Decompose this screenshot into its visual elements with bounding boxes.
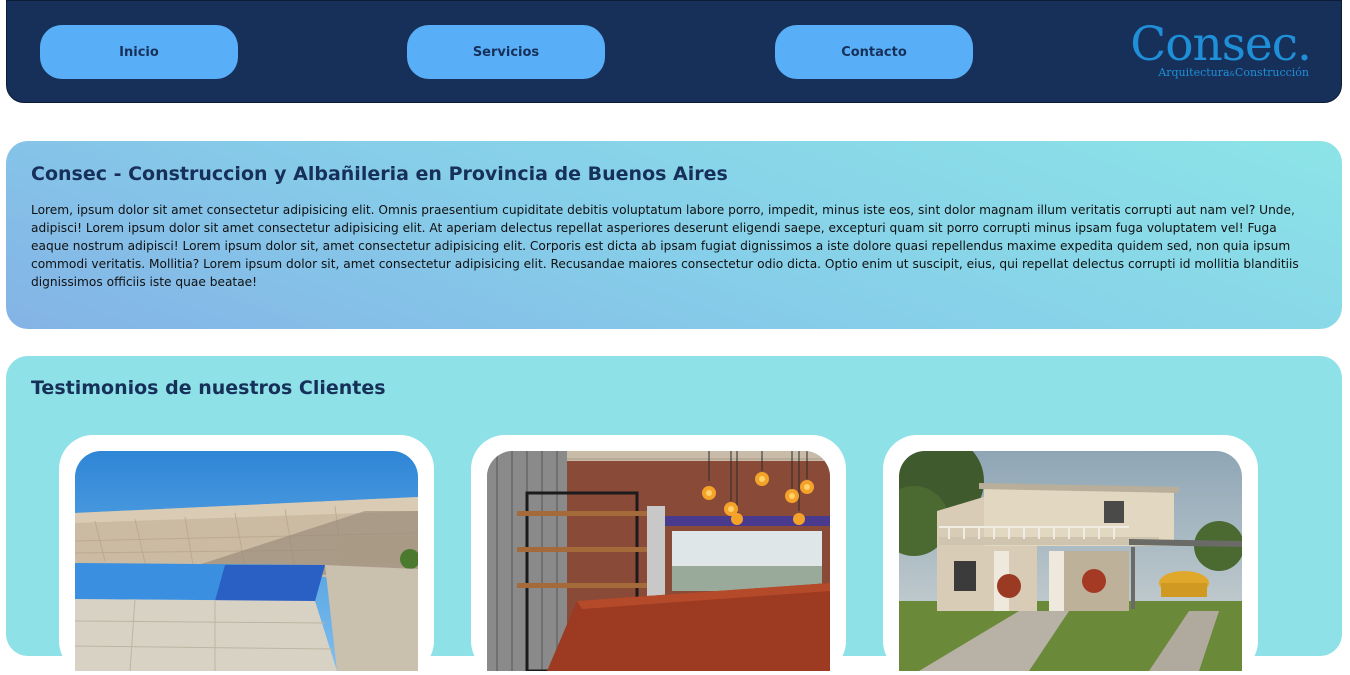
- testimonials-title: Testimonios de nuestros Clientes: [31, 377, 386, 399]
- nav-servicios-button[interactable]: Servicios: [407, 25, 605, 79]
- site-header: Inicio Servicios Contacto Consec. Arquit…: [6, 0, 1342, 103]
- testimonials-section: Testimonios de nuestros Clientes: [6, 356, 1342, 675]
- interior-photo: [487, 451, 830, 671]
- intro-section: Consec - Construccion y Albañileria en P…: [6, 141, 1342, 329]
- consec-logo[interactable]: Consec. Arquitectura&Construcción: [1130, 19, 1312, 83]
- house-photo: [899, 451, 1242, 671]
- intro-body: Lorem, ipsum dolor sit amet consectetur …: [31, 203, 1299, 289]
- testimonial-card[interactable]: [471, 435, 846, 675]
- intro-title: Consec - Construccion y Albañileria en P…: [31, 163, 728, 185]
- logo-tagline: Arquitectura&Construcción: [1158, 66, 1309, 79]
- logo-tagline-right: Construcción: [1234, 66, 1309, 79]
- testimonial-card[interactable]: [59, 435, 434, 675]
- logo-tagline-left: Arquitectura: [1158, 66, 1230, 79]
- testimonial-card[interactable]: [883, 435, 1258, 675]
- nav-contacto-button[interactable]: Contacto: [775, 25, 973, 79]
- logo-wordmark: Consec.: [1130, 17, 1312, 72]
- pool-photo: [75, 451, 418, 671]
- nav-inicio-button[interactable]: Inicio: [40, 25, 238, 79]
